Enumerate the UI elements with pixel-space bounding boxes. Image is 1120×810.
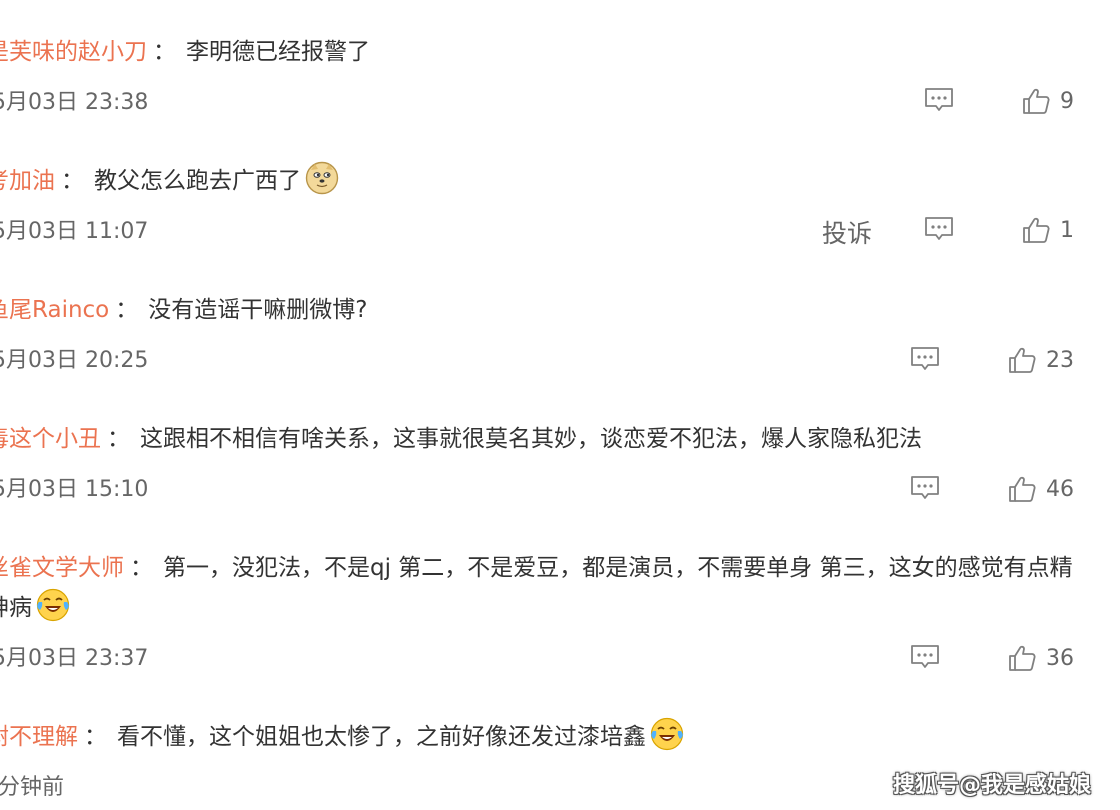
comment-timestamp: 5月03日 11:07	[0, 219, 149, 244]
comment-timestamp: 5月03日 23:38	[0, 90, 149, 115]
comment-icon[interactable]	[910, 346, 940, 372]
like-count: 23	[1046, 347, 1074, 373]
like-button[interactable]: 9	[1022, 86, 1074, 116]
comment-content: 李明德已经报警了	[186, 39, 370, 65]
comment-separator: ：	[61, 168, 84, 194]
comment-item: 丝雀文学大师：第一，没犯法，不是qj 第二，不是爱豆，都是演员，不需要单身 第三…	[0, 516, 1120, 686]
like-count: 9	[1060, 88, 1074, 114]
like-button[interactable]: 23	[1008, 345, 1074, 375]
comment-text-line: 树不理解： 看不懂，这个姐姐也太惨了，之前好像还发过漆培鑫	[0, 717, 1096, 757]
comment-username[interactable]: 丝雀文学大师	[0, 555, 124, 581]
comment-text-line: 丝雀文学大师：第一，没犯法，不是qj 第二，不是爱豆，都是演员，不需要单身 第三…	[0, 548, 1086, 628]
comment-timestamp: 5月03日 15:10	[0, 477, 149, 502]
laugh-cry-emoji	[36, 588, 70, 622]
thumbs-up-icon	[1008, 475, 1036, 503]
thumbs-up-icon	[1022, 216, 1050, 244]
doge-emoji	[305, 161, 339, 195]
comment-content: 这跟相不相信有啥关系，这事就很莫名其妙，谈恋爱不犯法，爆人家隐私犯法	[140, 426, 922, 452]
like-button[interactable]: 46	[1008, 474, 1074, 504]
thumbs-up-icon	[1008, 346, 1036, 374]
comment-icon[interactable]	[910, 644, 940, 670]
comment-username[interactable]: 树不理解	[0, 724, 78, 750]
comment-username[interactable]: 鱼尾Rainco	[0, 297, 109, 323]
comment-separator: ：	[130, 555, 153, 581]
like-button[interactable]: 36	[1008, 643, 1074, 673]
comment-timestamp: 分钟前	[0, 775, 65, 800]
comment-username[interactable]: 考加油	[0, 168, 55, 194]
comment-item: 毒这个小丑： 这跟相不相信有啥关系，这事就很莫名其妙，谈恋爱不犯法，爆人家隐私犯法…	[0, 387, 1120, 517]
comment-text-line: 毒这个小丑： 这跟相不相信有啥关系，这事就很莫名其妙，谈恋爱不犯法，爆人家隐私犯法	[0, 419, 1096, 459]
comment-icon[interactable]	[924, 87, 954, 113]
comment-icon[interactable]	[924, 216, 954, 242]
comment-timestamp: 5月03日 23:37	[0, 646, 149, 671]
comment-icon[interactable]	[910, 475, 940, 501]
comment-content: 没有造谣干嘛删微博?	[148, 297, 368, 323]
like-button[interactable]: 1	[1022, 215, 1074, 245]
comment-content: 看不懂，这个姐姐也太惨了，之前好像还发过漆培鑫	[117, 724, 646, 750]
comment-content: 教父怎么跑去广西了	[94, 168, 301, 194]
comment-item: 鱼尾Rainco： 没有造谣干嘛删微博? 5月03日 20:25 23	[0, 258, 1120, 388]
like-count: 36	[1046, 645, 1074, 671]
thumbs-up-icon	[1008, 644, 1036, 672]
like-count: 46	[1046, 476, 1074, 502]
comment-username[interactable]: 是芙味的赵小刀	[0, 39, 147, 65]
laugh-cry-emoji	[650, 717, 684, 751]
comment-timestamp: 5月03日 20:25	[0, 348, 149, 373]
comment-text-line: 鱼尾Rainco： 没有造谣干嘛删微博?	[0, 290, 1096, 330]
comment-text-line: 考加油： 教父怎么跑去广西了	[0, 161, 1096, 201]
watermark: 搜狐号@我是感姑娘	[893, 773, 1092, 798]
comment-separator: ：	[115, 297, 139, 323]
thumbs-up-icon	[1022, 87, 1050, 115]
comment-item: 是芙味的赵小刀： 李明德已经报警了 5月03日 23:38 9	[0, 0, 1120, 130]
comment-text-line: 是芙味的赵小刀： 李明德已经报警了	[0, 32, 1096, 72]
comment-item: 考加油： 教父怎么跑去广西了 5月03日 11:07 1	[0, 129, 1120, 259]
comment-username[interactable]: 毒这个小丑	[0, 426, 101, 452]
comment-separator: ：	[153, 39, 176, 65]
comment-separator: ：	[84, 724, 107, 750]
like-count: 1	[1060, 217, 1074, 243]
report-button[interactable]: 投诉	[822, 214, 872, 250]
comment-separator: ：	[107, 426, 130, 452]
